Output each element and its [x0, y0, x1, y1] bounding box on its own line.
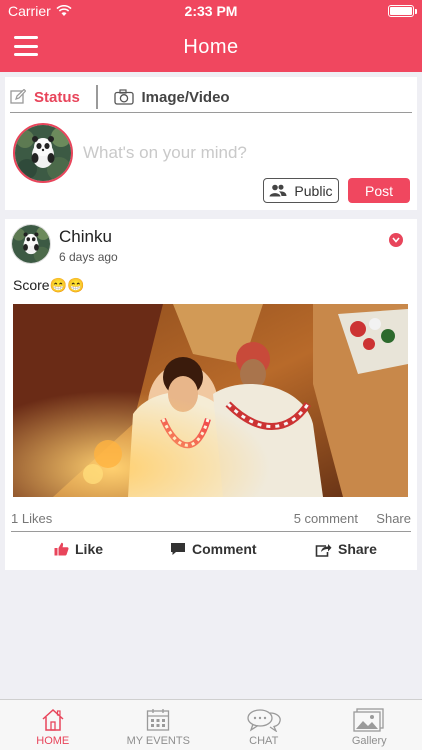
post-author-name[interactable]: Chinku [59, 227, 112, 247]
comment-label: Comment [192, 541, 257, 557]
bottom-tab-bar: HOME MY EVENTS CHAT Gallery [0, 699, 422, 750]
gallery-icon [353, 708, 384, 732]
privacy-public-button[interactable]: Public [263, 178, 339, 203]
avatar[interactable] [13, 123, 73, 183]
tab-status-label: Status [34, 88, 80, 106]
like-label: Like [75, 541, 104, 557]
edit-icon [10, 89, 26, 104]
chat-icon [247, 709, 281, 732]
share-icon [315, 543, 332, 557]
feed-post: Chinku 6 days ago Score😁😁 1 Likes 5 comm… [5, 219, 417, 570]
divider [11, 531, 411, 532]
tab-chat[interactable]: CHAT [211, 700, 317, 750]
public-label: Public [294, 182, 333, 199]
comment-button[interactable]: Comment [170, 541, 257, 557]
calendar-icon [147, 709, 170, 731]
chevron-down-icon [392, 237, 400, 243]
tab-my-events[interactable]: MY EVENTS [106, 700, 212, 750]
comments-count[interactable]: 5 comment [294, 511, 358, 526]
post-stats: 1 Likes 5 comment Share [11, 511, 411, 531]
tab-chat-label: CHAT [249, 735, 279, 747]
share-button[interactable]: Share [315, 541, 377, 557]
tab-gallery-label: Gallery [351, 735, 387, 747]
battery-icon [387, 5, 417, 17]
composer-tabs: Status Image/Video [10, 82, 412, 113]
hamburger-menu-button[interactable] [14, 36, 38, 56]
clock: 2:33 PM [184, 3, 238, 19]
wifi-icon [56, 5, 72, 16]
post-button[interactable]: Post [348, 178, 410, 203]
tab-home-label: HOME [36, 735, 70, 747]
share-label: Share [338, 541, 377, 557]
tab-status[interactable]: Status [10, 82, 96, 112]
page-title: Home [183, 35, 239, 58]
tab-image-video-label: Image/Video [141, 88, 230, 106]
status-input[interactable]: What's on your mind? [83, 143, 247, 163]
shares-count[interactable]: Share [376, 511, 411, 526]
carrier-label: Carrier [8, 3, 51, 19]
likes-count[interactable]: 1 Likes [11, 511, 52, 526]
post-options-button[interactable] [389, 233, 403, 247]
thumbs-up-icon [54, 542, 69, 556]
post-actions: Like Comment Share [5, 535, 417, 567]
nav-bar: Home [0, 22, 422, 72]
comment-icon [171, 543, 185, 555]
post-photo[interactable] [13, 304, 408, 497]
post-author-avatar[interactable] [11, 224, 51, 264]
post-composer: Status Image/Video What's on your mind? … [5, 77, 417, 210]
app-header: Carrier 2:33 PM Home [0, 0, 422, 72]
tab-my-events-label: MY EVENTS [126, 735, 190, 747]
post-caption: Score😁😁 [13, 277, 85, 293]
post-timestamp: 6 days ago [59, 250, 118, 264]
users-icon [269, 184, 287, 197]
home-icon [42, 708, 64, 731]
status-bar: Carrier 2:33 PM [0, 0, 422, 22]
camera-icon [113, 89, 134, 105]
tab-gallery[interactable]: Gallery [317, 700, 422, 750]
tab-divider [96, 85, 98, 109]
like-button[interactable]: Like [54, 541, 103, 557]
tab-home[interactable]: HOME [0, 700, 106, 750]
tab-image-video[interactable]: Image/Video [113, 82, 230, 112]
